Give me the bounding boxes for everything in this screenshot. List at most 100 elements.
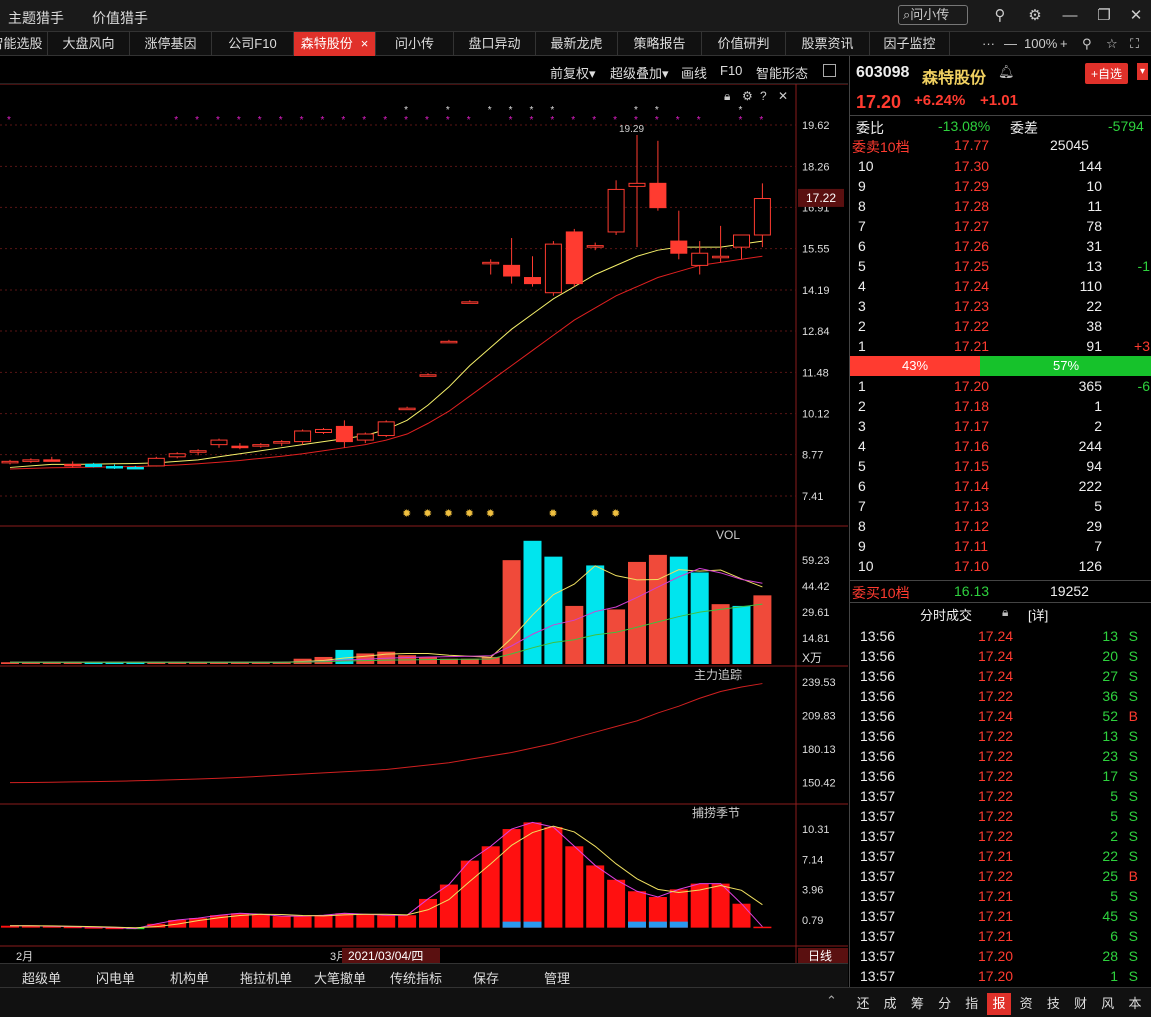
candle-body (106, 466, 123, 469)
close-panel-icon[interactable]: ✕ (778, 89, 788, 103)
right-tab-7[interactable]: 技 (1041, 993, 1065, 1015)
menu-theme-hunter[interactable]: 主题猎手 (8, 8, 64, 28)
order-book-row[interactable]: 1 17.21 91 +3 (850, 336, 1151, 356)
order-book-row[interactable]: 5 17.15 94 (850, 456, 1151, 476)
close-icon[interactable]: ✕ (1126, 6, 1146, 26)
order-book-row[interactable]: 9 17.29 10 (850, 176, 1151, 196)
tab-close-icon[interactable]: × (361, 36, 369, 51)
tab-8[interactable]: 策略报告 (618, 32, 702, 56)
order-book-row[interactable]: 10 17.30 144 (850, 156, 1151, 176)
tab-5[interactable]: 问小传 (376, 32, 454, 56)
volume-bar (753, 595, 772, 664)
volume: 144 (1078, 158, 1102, 174)
order-book-row[interactable]: 2 17.18 1 (850, 396, 1151, 416)
order-book-row[interactable]: 9 17.11 7 (850, 536, 1151, 556)
draw-line-button[interactable]: 画线 (681, 63, 707, 82)
right-tab-10[interactable]: 本 (1123, 993, 1147, 1015)
right-tab-2[interactable]: 筹 (905, 993, 929, 1015)
star-icon[interactable]: ☆ (1106, 32, 1118, 56)
indicator-tab-4[interactable]: 大笔撤单 (314, 968, 366, 987)
indicator-tab-2[interactable]: 机构单 (170, 968, 209, 987)
indicator-tab-5[interactable]: 传统指标 (390, 968, 442, 987)
collapse-icon[interactable]: ⌃ (826, 993, 837, 1009)
right-tab-5[interactable]: 报 (987, 993, 1011, 1015)
order-book-row[interactable]: 7 17.27 78 (850, 216, 1151, 236)
ask-summary-vol: 25045 (1050, 137, 1089, 153)
right-tab-8[interactable]: 财 (1069, 993, 1093, 1015)
order-book-row[interactable]: 7 17.13 5 (850, 496, 1151, 516)
help-icon[interactable]: ? (760, 89, 767, 103)
tab-1[interactable]: 大盘风向 (48, 32, 130, 56)
tab-11[interactable]: 因子监控 (870, 32, 950, 56)
order-book-row[interactable]: 8 17.28 11 (850, 196, 1151, 216)
menu-value-hunter[interactable]: 价值猎手 (92, 8, 148, 28)
tab-9[interactable]: 价值研判 (702, 32, 786, 56)
level: 1 (858, 378, 866, 394)
indicator-tab-6[interactable]: 保存 (473, 968, 499, 987)
search-box[interactable]: ⌕问小传 (898, 5, 968, 25)
trade-time: 13:56 (860, 728, 896, 744)
order-book-row[interactable]: 4 17.24 110 (850, 276, 1151, 296)
trades-detail-link[interactable]: [详] (1028, 605, 1048, 624)
indicator-tab-7[interactable]: 管理 (544, 968, 570, 987)
kline-chart[interactable]: 19.6218.2616.9115.5514.1912.8411.4810.12… (0, 84, 848, 964)
indicator-tab-0[interactable]: 超级单 (22, 968, 61, 987)
order-book-row[interactable]: 1 17.20 365 -6 (850, 376, 1151, 396)
settings-icon[interactable]: ⚙ (742, 89, 753, 103)
smart-pattern-button[interactable]: 智能形态 (756, 63, 808, 82)
tab-6[interactable]: 盘口异动 (454, 32, 536, 56)
user-icon[interactable]: ⚲ (990, 6, 1010, 26)
search-label: 问小传 (910, 7, 950, 22)
zoom-in-icon[interactable]: + (1060, 32, 1068, 56)
right-tab-0[interactable]: 还 (851, 993, 875, 1015)
order-book-row[interactable]: 2 17.22 38 (850, 316, 1151, 336)
minimize-icon[interactable]: — (1060, 6, 1080, 26)
bell-icon[interactable]: 🔔︎ (998, 64, 1015, 80)
signal-star-icon: * (592, 115, 596, 126)
expand-icon[interactable]: ⛶ (1130, 32, 1139, 56)
candle-body (544, 243, 562, 294)
indicator-tab-3[interactable]: 拖拉机单 (240, 968, 292, 987)
order-book-row[interactable]: 8 17.12 29 (850, 516, 1151, 536)
trade-side: S (1128, 848, 1138, 864)
right-tab-3[interactable]: 分 (933, 993, 957, 1015)
right-tab-6[interactable]: 资 (1014, 993, 1038, 1015)
indicator-tab-1[interactable]: 闪电单 (96, 968, 135, 987)
tab-more-icon[interactable]: ··· (982, 32, 995, 56)
add-watchlist-button[interactable]: +自选 (1085, 63, 1129, 84)
order-book-row[interactable]: 6 17.26 31 (850, 236, 1151, 256)
tab-4[interactable]: 森特股份 × (294, 32, 376, 56)
order-book-row[interactable]: 10 17.10 126 (850, 556, 1151, 576)
restore-icon[interactable]: ❐ (1094, 6, 1114, 26)
panel-toggle-icon[interactable] (823, 64, 836, 77)
signal-star-icon: * (759, 115, 763, 126)
order-book-row[interactable]: 3 17.23 22 (850, 296, 1151, 316)
zoom-level: 100% (1024, 36, 1058, 51)
settings-icon[interactable]: ⚙ (1025, 6, 1045, 26)
overlay-dropdown[interactable]: 超级叠加▾ (610, 63, 669, 82)
watchlist-dropdown-icon[interactable]: ▾ (1137, 63, 1149, 80)
order-book-row[interactable]: 4 17.16 244 (850, 436, 1151, 456)
order-book-row[interactable]: 6 17.14 222 (850, 476, 1151, 496)
vol-tick: 29.61 (802, 607, 830, 619)
tab-10[interactable]: 股票资讯 (786, 32, 870, 56)
tab-2[interactable]: 涨停基因 (130, 32, 212, 56)
signal-star-icon: * (446, 105, 450, 116)
pin-icon[interactable]: ⚲ (1082, 32, 1092, 56)
signal-star-icon: * (697, 115, 701, 126)
tab-0[interactable]: 智能选股 (0, 32, 48, 56)
fuquan-dropdown[interactable]: 前复权▾ (550, 63, 596, 82)
tab-3[interactable]: 公司F10 (212, 32, 294, 56)
f10-button[interactable]: F10 (720, 63, 742, 78)
order-book-row[interactable]: 3 17.17 2 (850, 416, 1151, 436)
price-tick: 8.77 (802, 450, 823, 462)
season-bar (398, 915, 417, 928)
right-tab-9[interactable]: 风 (1096, 993, 1120, 1015)
lock-icon[interactable]: 🔒︎ (1002, 605, 1008, 620)
lock-icon[interactable]: 🔒︎ (724, 89, 730, 103)
order-book-row[interactable]: 5 17.25 13 -1 (850, 256, 1151, 276)
tab-7[interactable]: 最新龙虎 (536, 32, 618, 56)
right-tab-1[interactable]: 成 (878, 993, 902, 1015)
right-tab-4[interactable]: 指 (960, 993, 984, 1015)
zoom-out-icon[interactable]: — (1004, 32, 1017, 56)
